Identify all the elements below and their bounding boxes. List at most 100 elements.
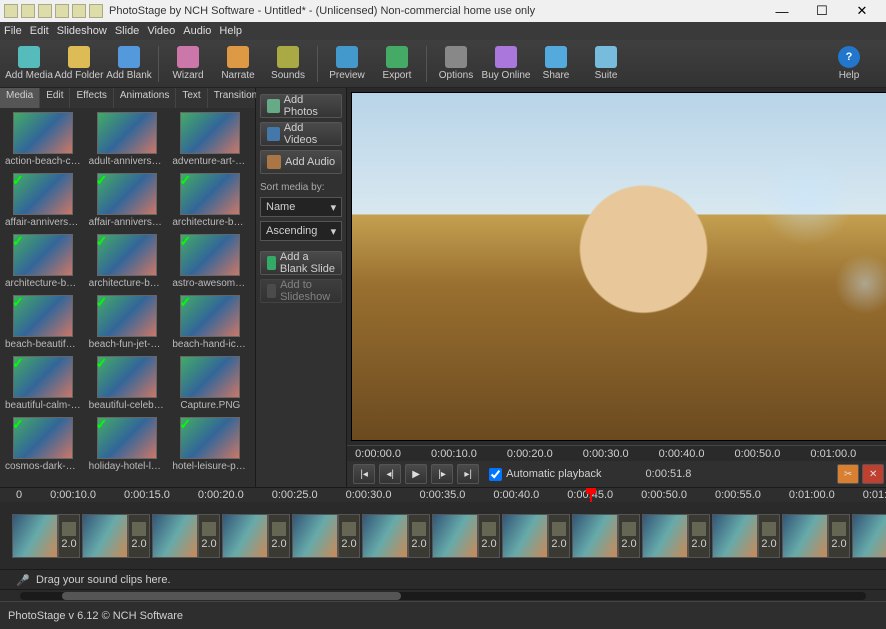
timeline-clip[interactable]: 2.05.0 secs bbox=[432, 504, 500, 567]
thumb-label: adult-anniversary... bbox=[89, 156, 165, 167]
sort-field-select[interactable]: Name▾ bbox=[260, 197, 342, 217]
media-thumb[interactable]: beach-beautiful-bi... bbox=[4, 295, 82, 350]
menu-help[interactable]: Help bbox=[219, 25, 242, 37]
media-thumb[interactable]: architecture-ballo... bbox=[171, 173, 249, 228]
qa-icon[interactable] bbox=[72, 4, 86, 18]
media-thumb[interactable]: architecture-barg... bbox=[4, 234, 82, 289]
tab-edit[interactable]: Edit bbox=[40, 88, 70, 108]
add-blank-button[interactable]: Add Blank bbox=[104, 42, 154, 86]
auto-playback-checkbox[interactable]: Automatic playback bbox=[489, 468, 601, 481]
next-frame-button[interactable]: |▸ bbox=[431, 464, 453, 484]
media-thumb[interactable]: astro-awesome-bl... bbox=[171, 234, 249, 289]
add-videos-button[interactable]: Add Videos bbox=[260, 122, 342, 146]
timeline-clip[interactable]: 2.05.0 secs bbox=[642, 504, 710, 567]
sort-order-select[interactable]: Ascending▾ bbox=[260, 221, 342, 241]
media-thumb[interactable]: beautiful-calm-clo... bbox=[4, 356, 82, 411]
qa-icon[interactable] bbox=[38, 4, 52, 18]
qa-icon[interactable] bbox=[89, 4, 103, 18]
close-button[interactable]: ✕ bbox=[842, 0, 882, 22]
transition[interactable]: 2.0 bbox=[128, 514, 150, 558]
add-folder-button[interactable]: Add Folder bbox=[54, 42, 104, 86]
maximize-button[interactable]: ☐ bbox=[802, 0, 842, 22]
add-photos-button[interactable]: Add Photos bbox=[260, 94, 342, 118]
timeline-clip[interactable]: 2.05.0 secs bbox=[292, 504, 360, 567]
transition[interactable]: 2.0 bbox=[338, 514, 360, 558]
transition[interactable]: 2.0 bbox=[58, 514, 80, 558]
media-thumb[interactable]: cosmos-dark-eveni... bbox=[4, 417, 82, 472]
media-thumb[interactable]: holiday-hotel-las-v... bbox=[88, 417, 166, 472]
audio-track[interactable]: 🎤 Drag your sound clips here. bbox=[0, 569, 886, 589]
tab-effects[interactable]: Effects bbox=[70, 88, 113, 108]
media-thumb[interactable]: adventure-art-ball... bbox=[171, 112, 249, 167]
timeline-clip[interactable]: 2.05.0 secs bbox=[782, 504, 850, 567]
transition[interactable]: 2.0 bbox=[198, 514, 220, 558]
cut-button[interactable]: ✂ bbox=[837, 464, 859, 484]
export-button[interactable]: Export bbox=[372, 42, 422, 86]
media-thumb[interactable]: beach-fun-jet-ski-... bbox=[88, 295, 166, 350]
timeline-clip[interactable]: 2.05.0 secs bbox=[712, 504, 780, 567]
sounds-button[interactable]: Sounds bbox=[263, 42, 313, 86]
media-thumb[interactable]: architecture-buildi... bbox=[88, 234, 166, 289]
timeline-clip[interactable]: 2.05.0 secs bbox=[362, 504, 430, 567]
media-thumb[interactable]: affair-anniversary... bbox=[4, 173, 82, 228]
media-thumb[interactable]: beautiful-celebrati... bbox=[88, 356, 166, 411]
media-thumb[interactable]: affair-anniversary-... bbox=[88, 173, 166, 228]
qa-icon[interactable] bbox=[21, 4, 35, 18]
add-media-button[interactable]: Add Media bbox=[4, 42, 54, 86]
transition[interactable]: 2.0 bbox=[268, 514, 290, 558]
add-audio-button[interactable]: Add Audio bbox=[260, 150, 342, 174]
transition[interactable]: 2.0 bbox=[618, 514, 640, 558]
transition[interactable]: 2.0 bbox=[828, 514, 850, 558]
timeline-clip[interactable]: 2.05.0 secs bbox=[82, 504, 150, 567]
menu-edit[interactable]: Edit bbox=[30, 25, 49, 37]
goto-end-button[interactable]: ▸| bbox=[457, 464, 479, 484]
timeline-clip[interactable]: 2.05.0 secs bbox=[502, 504, 570, 567]
timeline-clips[interactable]: 2.05.0 secs2.05.0 secs2.05.0 secs2.05.0 … bbox=[0, 502, 886, 569]
transition[interactable]: 2.0 bbox=[758, 514, 780, 558]
narrate-button[interactable]: Narrate bbox=[213, 42, 263, 86]
preview-ruler[interactable]: 0:00:00.00:00:10.00:00:20.00:00:30.00:00… bbox=[347, 445, 886, 461]
prev-frame-button[interactable]: ◂| bbox=[379, 464, 401, 484]
media-thumb[interactable]: Capture.PNG bbox=[171, 356, 249, 411]
menu-slide[interactable]: Slide bbox=[115, 25, 139, 37]
delete-button[interactable]: ✕ bbox=[862, 464, 884, 484]
media-thumb[interactable]: hotel-leisure-palm-... bbox=[171, 417, 249, 472]
transition[interactable]: 2.0 bbox=[688, 514, 710, 558]
timeline-clip[interactable]: 2.05.0 secs bbox=[222, 504, 290, 567]
qa-icon[interactable] bbox=[55, 4, 69, 18]
wizard-button[interactable]: Wizard bbox=[163, 42, 213, 86]
add-to-slideshow-button[interactable]: Add to Slideshow bbox=[260, 279, 342, 303]
menu-audio[interactable]: Audio bbox=[183, 25, 211, 37]
timeline-scrollbar[interactable] bbox=[0, 589, 886, 601]
transition[interactable]: 2.0 bbox=[478, 514, 500, 558]
timeline-clip[interactable]: 2.05.0 secs bbox=[152, 504, 220, 567]
preview-button[interactable]: Preview bbox=[322, 42, 372, 86]
media-thumb[interactable]: adult-anniversary... bbox=[88, 112, 166, 167]
buy-online-button[interactable]: Buy Online bbox=[481, 42, 531, 86]
scroll-handle[interactable] bbox=[62, 592, 400, 600]
help-button[interactable]: ?Help bbox=[824, 42, 874, 86]
suite-button[interactable]: Suite bbox=[581, 42, 631, 86]
qa-icon[interactable] bbox=[4, 4, 18, 18]
timeline-clip[interactable]: 2.05.0 secs bbox=[852, 504, 886, 567]
minimize-button[interactable]: — bbox=[762, 0, 802, 22]
tab-media[interactable]: Media bbox=[0, 88, 40, 108]
menu-slideshow[interactable]: Slideshow bbox=[57, 25, 107, 37]
options-button[interactable]: Options bbox=[431, 42, 481, 86]
timeline-clip[interactable]: 2.05.0 secs bbox=[12, 504, 80, 567]
goto-start-button[interactable]: |◂ bbox=[353, 464, 375, 484]
transition[interactable]: 2.0 bbox=[408, 514, 430, 558]
tab-text[interactable]: Text bbox=[176, 88, 207, 108]
media-thumb[interactable]: beach-hand-ice-cr... bbox=[171, 295, 249, 350]
timeline-clip[interactable]: 2.05.0 secs bbox=[572, 504, 640, 567]
transition[interactable]: 2.0 bbox=[548, 514, 570, 558]
tab-animations[interactable]: Animations bbox=[114, 88, 176, 108]
menu-video[interactable]: Video bbox=[147, 25, 175, 37]
share-button[interactable]: Share bbox=[531, 42, 581, 86]
playhead[interactable] bbox=[590, 488, 592, 502]
add-blank-slide-button[interactable]: Add a Blank Slide bbox=[260, 251, 342, 275]
media-thumb[interactable]: action-beach-care... bbox=[4, 112, 82, 167]
timeline-ruler[interactable]: 00:00:10.00:00:15.00:00:20.00:00:25.00:0… bbox=[0, 488, 886, 502]
play-button[interactable]: ▶ bbox=[405, 464, 427, 484]
menu-file[interactable]: File bbox=[4, 25, 22, 37]
